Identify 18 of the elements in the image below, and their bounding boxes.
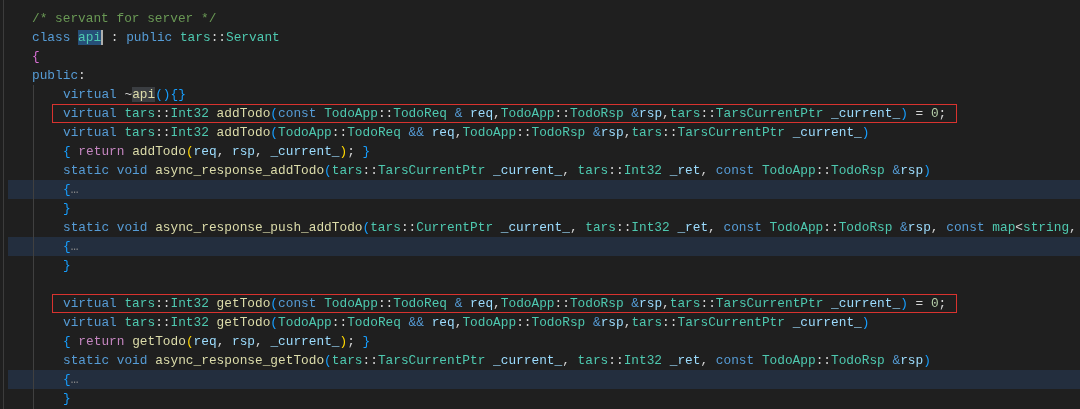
code-line: {… xyxy=(62,371,80,389)
code-line: virtual ~api(){} xyxy=(62,86,187,104)
code-line: public: xyxy=(31,67,87,85)
code-line: virtual tars::Int32 getTodo(TodoApp::TodoReq && req,TodoApp::TodoRsp &rsp,tars::TarsCurrentPtr _current_) xyxy=(62,314,871,332)
code-line: {… xyxy=(62,181,80,199)
code-line: /* servant for server */ xyxy=(31,10,218,28)
code-line: { return addTodo(req, rsp, _current_); } xyxy=(62,143,372,161)
code-line: { return getTodo(req, rsp, _current_); } xyxy=(62,333,372,351)
code-line: } xyxy=(62,390,72,408)
code-line: static void async_response_push_addTodo(tars::CurrentPtr _current_, tars::Int32 _ret, const TodoApp::TodoRsp &rsp, const map<string, xyxy=(62,219,1078,237)
code-line: virtual tars::Int32 addTodo(TodoApp::TodoReq && req,TodoApp::TodoRsp &rsp,tars::TarsCurrentPtr _current_) xyxy=(62,124,871,142)
code-line: static void async_response_addTodo(tars::TarsCurrentPtr _current_, tars::Int32 _ret, const TodoApp::TodoRsp &rsp) xyxy=(62,162,932,180)
code-line: } xyxy=(62,200,72,218)
code-line: } xyxy=(62,257,72,275)
code-line: static void async_response_getTodo(tars::TarsCurrentPtr _current_, tars::Int32 _ret, const TodoApp::TodoRsp &rsp) xyxy=(62,352,932,370)
code-line: { xyxy=(31,48,41,66)
code-line: class api : public tars::Servant xyxy=(31,29,281,47)
code-line: {… xyxy=(62,238,80,256)
